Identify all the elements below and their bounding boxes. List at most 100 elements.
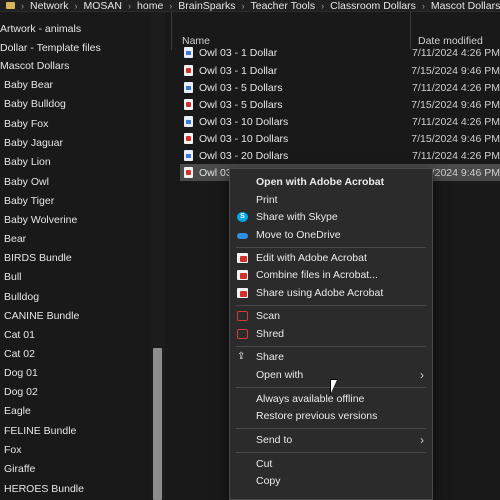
- menu-item-label: Open with Adobe Acrobat: [256, 176, 385, 188]
- onedrive-icon: [237, 230, 248, 240]
- menu-item-shred[interactable]: Shred: [230, 325, 432, 343]
- doc-icon: [184, 82, 193, 93]
- file-date: 7/15/2024 9:46 PM: [411, 98, 500, 111]
- nav-item-baby-owl[interactable]: Baby Owl: [4, 173, 49, 191]
- doc-icon: [184, 116, 193, 127]
- menu-item-share-with-skype[interactable]: S Share with Skype: [230, 208, 432, 226]
- file-name: Owl 03 - 10 Dollars: [199, 115, 289, 128]
- nav-item-cat-02[interactable]: Cat 02: [4, 345, 35, 363]
- menu-item-share[interactable]: ⇪ Share: [230, 348, 432, 366]
- breadcrumb-network[interactable]: Network: [30, 0, 69, 11]
- file-name: Owl 03 - 1 Dollar: [199, 64, 278, 77]
- nav-item-dog-02[interactable]: Dog 02: [4, 383, 38, 401]
- file-date: 7/11/2024 4:26 PM: [412, 81, 500, 94]
- file-name: Owl 03 - 20 Dollars: [199, 149, 289, 162]
- menu-item-scan[interactable]: Scan: [230, 307, 432, 325]
- nav-item-cat-01[interactable]: Cat 01: [4, 326, 35, 344]
- file-date: 7/11/2024 4:26 PM: [412, 46, 500, 59]
- menu-item-restore-previous-versions[interactable]: Restore previous versions: [230, 407, 432, 425]
- menu-item-label: Combine files in Acrobat...: [256, 269, 378, 281]
- chevron-right-icon: ›: [241, 0, 245, 11]
- shred-icon: [237, 329, 248, 339]
- chevron-right-icon: ›: [128, 0, 132, 11]
- breadcrumb-mascot-dollars[interactable]: Mascot Dollars: [431, 0, 500, 11]
- menu-item-combine-files-in-acrobat[interactable]: Combine files in Acrobat...: [230, 266, 432, 284]
- file-row[interactable]: Owl 03 - 1 Dollar 7/15/2024 9:46 PM: [180, 62, 500, 79]
- chevron-right-icon: ›: [169, 0, 173, 11]
- nav-item-baby-jaguar[interactable]: Baby Jaguar: [4, 134, 63, 152]
- menu-item-move-to-onedrive[interactable]: Move to OneDrive: [230, 226, 432, 244]
- chevron-right-icon: ›: [420, 368, 424, 382]
- breadcrumb-classroom-dollars[interactable]: Classroom Dollars: [330, 0, 416, 11]
- file-row[interactable]: Owl 03 - 10 Dollars 7/11/2024 4:26 PM: [180, 113, 500, 130]
- nav-item-baby-bear[interactable]: Baby Bear: [4, 76, 53, 94]
- menu-item-label: Restore previous versions: [256, 410, 378, 422]
- file-date: 7/15/2024 9:46 PM: [411, 64, 500, 77]
- menu-item-label: Share with Skype: [256, 211, 338, 223]
- nav-item-heroes-bundle[interactable]: HEROES Bundle: [4, 480, 84, 498]
- nav-item-eagle[interactable]: Eagle: [4, 402, 31, 420]
- menu-item-label: Cut: [256, 458, 273, 470]
- breadcrumb-teacher-tools[interactable]: Teacher Tools: [251, 0, 316, 11]
- nav-item-bull[interactable]: Bull: [4, 268, 22, 286]
- acrobat-combine-icon: [237, 270, 248, 280]
- file-row[interactable]: Owl 03 - 20 Dollars 7/11/2024 4:26 PM: [180, 147, 500, 164]
- file-date: 7/11/2024 4:26 PM: [412, 149, 500, 162]
- nav-item-dog-01[interactable]: Dog 01: [4, 364, 38, 382]
- menu-separator: [236, 346, 426, 347]
- file-row[interactable]: Owl 03 - 5 Dollars 7/11/2024 4:26 PM: [180, 79, 500, 96]
- nav-item-baby-fox[interactable]: Baby Fox: [4, 115, 48, 133]
- breadcrumb-brainsparks[interactable]: BrainSparks: [178, 0, 235, 11]
- address-bar[interactable]: › Network › MOSAN › home › BrainSparks ›…: [0, 0, 500, 12]
- nav-item-baby-bulldog[interactable]: Baby Bulldog: [4, 95, 66, 113]
- pdf-icon: [184, 133, 193, 144]
- nav-item-canine-bundle[interactable]: CANINE Bundle: [4, 307, 79, 325]
- breadcrumb-mosan[interactable]: MOSAN: [84, 0, 123, 11]
- menu-item-open-with-adobe-acrobat[interactable]: Open with Adobe Acrobat: [230, 173, 432, 191]
- menu-item-label: Always available offline: [256, 393, 365, 405]
- menu-item-print[interactable]: Print: [230, 191, 432, 209]
- menu-item-label: Edit with Adobe Acrobat: [256, 252, 367, 264]
- file-name: Owl 03 - 5 Dollars: [199, 81, 283, 94]
- navigation-pane: Artwork - animals Dollar - Template file…: [0, 12, 166, 500]
- file-row[interactable]: Owl 03 - 5 Dollars 7/15/2024 9:46 PM: [180, 96, 500, 113]
- nav-item-baby-lion[interactable]: Baby Lion: [4, 153, 51, 171]
- nav-item-feline-bundle[interactable]: FELINE Bundle: [4, 422, 76, 440]
- chevron-right-icon: ›: [421, 0, 425, 11]
- menu-item-copy[interactable]: Copy: [230, 472, 432, 490]
- nav-item-dollar-template-files[interactable]: Dollar - Template files: [0, 39, 101, 57]
- menu-item-send-to[interactable]: Send to ›: [230, 431, 432, 449]
- nav-item-birds-bundle[interactable]: BIRDS Bundle: [4, 249, 72, 267]
- menu-separator: [236, 247, 426, 248]
- file-row[interactable]: Owl 03 - 10 Dollars 7/15/2024 9:46 PM: [180, 130, 500, 147]
- sidebar-scrollbar-thumb[interactable]: [153, 348, 162, 500]
- menu-item-cut[interactable]: Cut: [230, 455, 432, 473]
- nav-item-mascot-dollars[interactable]: Mascot Dollars: [0, 57, 69, 75]
- menu-separator: [236, 428, 426, 429]
- chevron-right-icon: ›: [321, 0, 325, 11]
- acrobat-share-icon: [237, 288, 248, 298]
- chevron-right-icon: ›: [74, 0, 78, 11]
- nav-item-baby-wolverine[interactable]: Baby Wolverine: [4, 211, 77, 229]
- context-menu: Open with Adobe Acrobat Print S Share wi…: [229, 168, 433, 500]
- column-divider[interactable]: [171, 12, 172, 50]
- skype-icon: S: [237, 212, 248, 222]
- menu-item-edit-with-adobe-acrobat[interactable]: Edit with Adobe Acrobat: [230, 249, 432, 267]
- menu-item-label: Share using Adobe Acrobat: [256, 287, 384, 299]
- nav-item-bear[interactable]: Bear: [4, 230, 26, 248]
- nav-item-giraffe[interactable]: Giraffe: [4, 460, 35, 478]
- menu-item-label: Shred: [256, 328, 285, 340]
- chevron-right-icon: ›: [420, 433, 424, 447]
- menu-separator: [236, 305, 426, 306]
- nav-item-baby-tiger[interactable]: Baby Tiger: [4, 192, 54, 210]
- breadcrumb-home[interactable]: home: [137, 0, 163, 11]
- pdf-icon: [184, 167, 193, 178]
- file-date: 7/11/2024 4:26 PM: [412, 115, 500, 128]
- nav-item-artwork-animals[interactable]: Artwork - animals: [0, 20, 81, 38]
- scan-icon: [237, 311, 248, 321]
- file-name: Owl 03 - 10 Dollars: [199, 132, 289, 145]
- file-row[interactable]: Owl 03 - 1 Dollar 7/11/2024 4:26 PM: [180, 44, 500, 61]
- menu-item-share-using-adobe-acrobat[interactable]: Share using Adobe Acrobat: [230, 284, 432, 302]
- nav-item-fox[interactable]: Fox: [4, 441, 22, 459]
- nav-item-bulldog[interactable]: Bulldog: [4, 288, 39, 306]
